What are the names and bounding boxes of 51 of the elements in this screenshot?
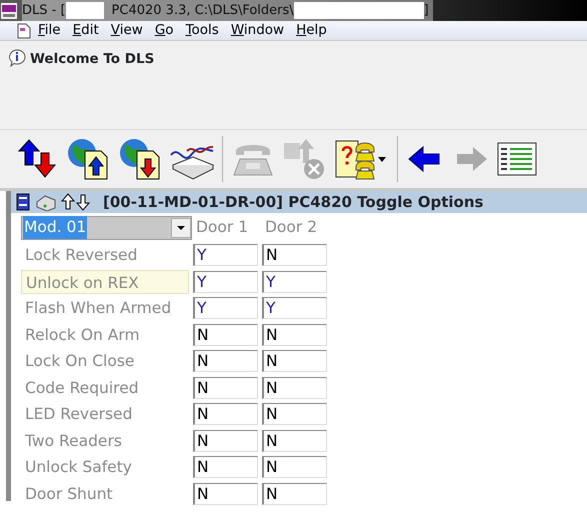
caret-icon[interactable] [176, 224, 186, 230]
menu-item[interactable]: Help [290, 20, 333, 41]
value-field[interactable]: N [262, 324, 327, 346]
panel-title: [00-11-MD-01-DR-00] PC4820 Toggle Options [103, 192, 484, 213]
column-header: Door 2 [265, 216, 318, 238]
column-header: Door 1 [196, 216, 250, 238]
value-field[interactable]: N [262, 350, 327, 372]
window-title: DLS - [ [22, 2, 66, 20]
option-label: Two Readers [24, 430, 123, 452]
option-label: Unlock Safety [24, 457, 133, 478]
option-label: Lock On Close [24, 351, 136, 372]
value-field[interactable]: N [193, 403, 258, 426]
value-field[interactable]: N [193, 482, 258, 505]
option-label: Relock On Arm [24, 324, 141, 346]
value-field[interactable]: N [193, 376, 258, 399]
value-field[interactable]: N [193, 324, 258, 346]
value-field[interactable]: Y [262, 297, 327, 320]
value-field[interactable]: N [262, 376, 327, 399]
value-field[interactable]: N [193, 456, 258, 478]
option-label: Door Shunt [24, 484, 114, 505]
value-field[interactable]: N [262, 403, 327, 426]
up-down-arrows-icon [61, 193, 91, 211]
menu-item[interactable]: View [104, 20, 149, 41]
app-logo-icon [0, 2, 18, 20]
value-field[interactable]: Y [193, 244, 258, 266]
option-label: Lock Reversed [24, 245, 138, 266]
menu-item[interactable]: Go [148, 20, 180, 41]
value-field[interactable]: N [262, 244, 327, 266]
menu-item[interactable]: Edit [66, 20, 105, 41]
option-label: Unlock on REX [21, 270, 189, 294]
option-label: Flash When Armed [24, 298, 172, 320]
value-field[interactable]: Y [262, 270, 327, 293]
value-field[interactable]: Y [193, 297, 258, 320]
redacted-block [66, 2, 104, 19]
window-title: PC4020 3.3, C:\DLS\Folders\ [112, 2, 294, 20]
value-field[interactable]: N [262, 482, 327, 505]
document-icon [16, 22, 32, 38]
value-field[interactable]: N [193, 430, 258, 452]
menu-item[interactable]: Tools [180, 20, 225, 41]
value-field[interactable]: Y [193, 270, 258, 293]
window-title: ] [424, 2, 429, 20]
value-field[interactable]: N [193, 350, 258, 372]
value-field[interactable]: N [262, 430, 327, 452]
cabinet-icon [15, 193, 31, 211]
value-field[interactable]: N [262, 456, 327, 478]
info-icon [8, 49, 26, 67]
menu-item[interactable]: File [32, 20, 67, 41]
option-label: Code Required [24, 378, 140, 399]
menu-item[interactable]: Window [224, 20, 290, 41]
option-label: LED Reversed [24, 404, 134, 426]
welcome-text: Welcome To DLS [30, 50, 154, 69]
